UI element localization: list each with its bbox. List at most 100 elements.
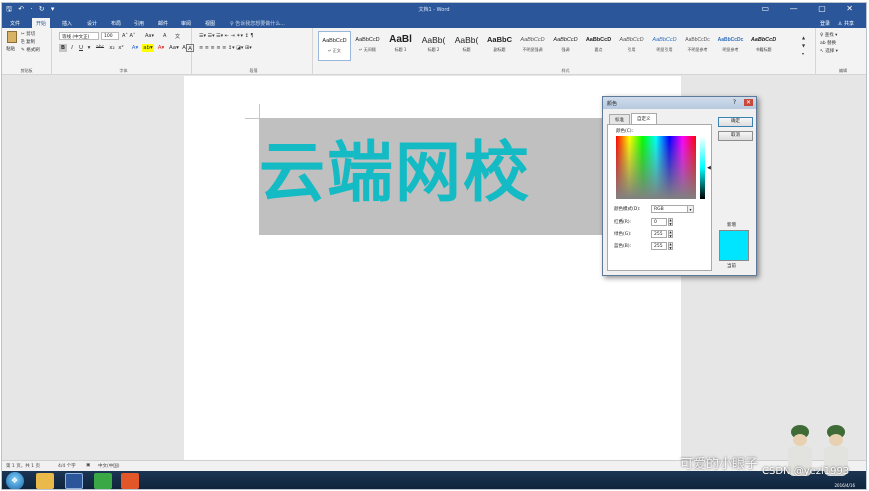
style-normal[interactable]: AaBbCcD ↵ 正文 xyxy=(318,31,351,61)
text-selection[interactable]: 云端网校 xyxy=(259,118,604,235)
chevron-down-icon[interactable]: ▾ xyxy=(687,205,694,213)
tab-references[interactable]: 引用 xyxy=(130,18,148,28)
copy-button[interactable]: ⎘ 复制 xyxy=(21,39,35,45)
select-button[interactable]: ↖ 选择 ▾ xyxy=(820,48,838,54)
blue-input[interactable]: 255 xyxy=(651,242,667,250)
luminance-slider[interactable] xyxy=(700,136,705,199)
cut-button[interactable]: ✂ 剪切 xyxy=(21,31,35,37)
char-border-button[interactable]: A xyxy=(186,44,194,52)
login-link[interactable]: 登录 xyxy=(820,20,830,27)
style-quote[interactable]: AaBbCcD 引用 xyxy=(615,31,648,61)
blue-stepper[interactable]: ▲ ▼ xyxy=(668,242,673,250)
style-strong[interactable]: AaBbCcD 要点 xyxy=(582,31,615,61)
style-name: 标题 2 xyxy=(427,47,440,52)
style-book-title[interactable]: AaBbCcD 书籍标题 xyxy=(747,31,780,61)
recorder-taskbar-icon[interactable] xyxy=(121,473,139,489)
tab-mailings[interactable]: 邮件 xyxy=(154,18,172,28)
grow-shrink-font-buttons[interactable]: A˄ A˅ xyxy=(122,33,135,39)
list-and-indent-buttons[interactable]: ☰▾ ☰▾ ☰▾ ⇤ ⇥ ✶▾ ↕ ¶ xyxy=(199,33,254,39)
color-dialog-title-buttons[interactable]: ? ✕ xyxy=(733,99,753,106)
replace-button[interactable]: ab 替换 xyxy=(820,40,836,46)
window-controls[interactable]: ▭ — ▢ ✕ xyxy=(762,4,862,13)
language-indicator[interactable]: 中文(中国) xyxy=(98,463,120,469)
tab-design[interactable]: 设计 xyxy=(83,18,101,28)
word-count[interactable]: 4/4 个字 xyxy=(58,463,76,469)
styles-group-label: 样式 xyxy=(561,68,570,73)
font-color-button[interactable]: A▾ xyxy=(156,44,166,52)
color-dialog-titlebar: 颜色 ? ✕ xyxy=(603,97,756,109)
style-no-spacing[interactable]: AaBbCcD ↵ 无间隔 xyxy=(351,31,384,61)
style-intense-reference[interactable]: AaBbCcDc 明显参考 xyxy=(714,31,747,61)
color-spectrum[interactable] xyxy=(616,136,696,199)
style-emphasis[interactable]: AaBbCcD 强调 xyxy=(549,31,582,61)
tab-layout[interactable]: 布局 xyxy=(107,18,125,28)
color-preview-swatch xyxy=(719,230,749,261)
style-sample: AaBbCcDc xyxy=(685,37,710,43)
style-sample: AaBl xyxy=(389,34,412,45)
ok-button[interactable]: 确定 xyxy=(718,117,753,127)
style-intense-quote[interactable]: AaBbCcD 明显引用 xyxy=(648,31,681,61)
editing-group-label: 编辑 xyxy=(839,68,847,73)
explorer-taskbar-icon[interactable] xyxy=(36,473,54,489)
clipboard-group: 粘贴 ✂ 剪切 ⎘ 复制 ✎ 格式刷 剪贴板 xyxy=(2,28,52,75)
red-input[interactable]: 0 xyxy=(651,218,667,226)
close-icon[interactable]: ✕ xyxy=(743,99,753,106)
strikethrough-button[interactable]: abc xyxy=(94,44,106,52)
clear-format-button[interactable]: A xyxy=(163,33,166,39)
share-button[interactable]: ♙ 共享 xyxy=(838,20,854,27)
font-case-button[interactable]: Aa▾ xyxy=(168,44,180,52)
tab-custom[interactable]: 自定义 xyxy=(631,113,657,124)
word-taskbar-icon[interactable] xyxy=(65,473,83,489)
style-heading-1[interactable]: AaBl 标题 1 xyxy=(384,31,417,61)
current-color-label: 当前 xyxy=(727,264,736,269)
phonetic-guide-button[interactable]: 文 xyxy=(175,33,180,40)
style-name: 不明显参考 xyxy=(687,47,708,52)
mouse-pointer-icon: ☝ xyxy=(619,217,624,225)
tab-view[interactable]: 视图 xyxy=(201,18,219,28)
superscript-button[interactable]: x² xyxy=(117,44,125,52)
bold-button[interactable]: B xyxy=(59,44,67,52)
font-size-box[interactable]: 100 xyxy=(101,32,119,40)
mascot-face-2 xyxy=(829,434,843,446)
style-subtle-emphasis[interactable]: AaBbCcD 不明显强调 xyxy=(516,31,549,61)
change-case-button[interactable]: Aa▾ xyxy=(145,33,154,39)
find-button[interactable]: ♀ 查找 ▾ xyxy=(820,32,837,38)
style-sample: AaBbC xyxy=(486,35,512,44)
style-subtitle[interactable]: AaBbC 副标题 xyxy=(483,31,516,61)
ribbon: 粘贴 ✂ 剪切 ⎘ 复制 ✎ 格式刷 剪贴板 等线 (中文正) 100 A˄ A… xyxy=(2,28,866,75)
text-effects-button[interactable]: A▾ xyxy=(130,44,140,52)
underline-dropdown[interactable]: ▾ xyxy=(85,44,93,52)
tab-file[interactable]: 文件 xyxy=(6,18,24,28)
styles-scroll-arrows[interactable]: ▲ ▼ ▾ xyxy=(802,34,805,58)
paragraph-group: ☰▾ ☰▾ ☰▾ ⇤ ⇥ ✶▾ ↕ ¶ ≡ ≡ ≡ ≡ ≡ ↕▾ ◪▾ ⊞▾ 段… xyxy=(195,28,313,75)
style-sample: AaBbCcD xyxy=(322,38,347,44)
luminance-arrow-icon[interactable]: ◀ xyxy=(707,165,711,171)
page-count[interactable]: 第 1 页，共 1 页 xyxy=(6,463,40,469)
style-subtle-reference[interactable]: AaBbCcDc 不明显参考 xyxy=(681,31,714,61)
red-stepper[interactable]: ▲ ▼ xyxy=(668,218,673,226)
underline-button[interactable]: U xyxy=(77,44,85,52)
document-text[interactable]: 云端网校 xyxy=(259,128,604,218)
tab-home[interactable]: 开始 xyxy=(32,18,51,28)
paste-icon[interactable] xyxy=(7,31,17,43)
highlight-color-button[interactable]: ab▾ xyxy=(142,44,154,52)
format-painter-button[interactable]: ✎ 格式刷 xyxy=(21,47,40,53)
alignment-buttons[interactable]: ≡ ≡ ≡ ≡ ≡ ↕▾ ◪▾ ⊞▾ xyxy=(199,45,252,51)
italic-button[interactable]: I xyxy=(68,44,76,52)
green-stepper[interactable]: ▲ ▼ xyxy=(668,230,673,238)
start-button[interactable]: ❖ xyxy=(6,472,24,489)
cancel-button[interactable]: 取消 xyxy=(718,131,753,141)
tab-standard[interactable]: 标准 xyxy=(609,114,630,124)
tab-insert[interactable]: 插入 xyxy=(58,18,76,28)
style-title[interactable]: AaBb(标题 xyxy=(450,31,483,61)
camtasia-taskbar-icon[interactable] xyxy=(94,473,112,489)
tab-review[interactable]: 审阅 xyxy=(177,18,195,28)
style-heading-2[interactable]: AaBb(标题 2 xyxy=(417,31,450,61)
subscript-button[interactable]: x₂ xyxy=(108,44,116,52)
green-input[interactable]: 255 xyxy=(651,230,667,238)
help-icon[interactable]: ? xyxy=(733,99,739,106)
proofing-icon[interactable]: ▣ xyxy=(86,463,90,468)
paste-button[interactable]: 粘贴 xyxy=(6,46,15,52)
font-name-box[interactable]: 等线 (中文正) xyxy=(59,32,99,40)
tell-me-search[interactable]: ♀ 告诉我您想要做什么... xyxy=(230,20,285,27)
